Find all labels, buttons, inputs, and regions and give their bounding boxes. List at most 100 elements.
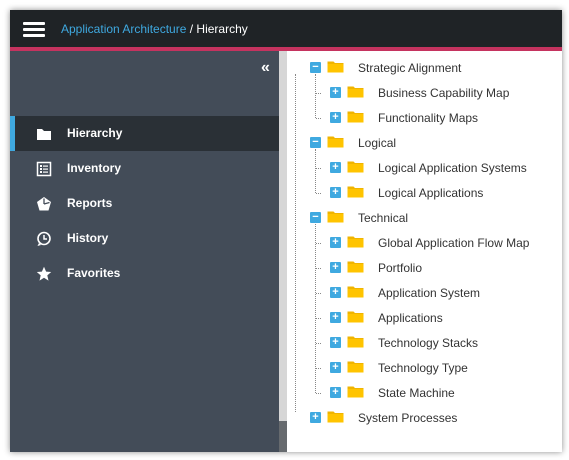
expand-toggle-icon[interactable]: + <box>330 87 341 98</box>
sidebar: « Hierarchy Inventory Reports History Favori… <box>10 51 279 452</box>
scrollbar[interactable] <box>279 51 287 452</box>
tree-connector <box>316 193 321 194</box>
expand-toggle-icon[interactable]: + <box>330 387 341 398</box>
tree-connector <box>316 293 321 294</box>
folder-icon <box>347 335 364 348</box>
tree-connector <box>316 393 321 394</box>
chart-icon <box>36 196 52 212</box>
folder-icon <box>36 126 52 142</box>
tree-connector <box>316 368 321 369</box>
sidebar-item-history[interactable]: History <box>10 221 279 256</box>
expand-toggle-icon[interactable]: + <box>330 362 341 373</box>
tree-node-label[interactable]: Applications <box>378 311 443 325</box>
collapse-toggle-icon[interactable]: − <box>310 212 321 223</box>
tree-node-label[interactable]: Logical <box>358 136 396 150</box>
sidebar-item-reports[interactable]: Reports <box>10 186 279 221</box>
tree-node[interactable]: + Business Capability Map <box>287 83 557 103</box>
expand-toggle-icon[interactable]: + <box>330 262 341 273</box>
expand-toggle-icon[interactable]: + <box>330 162 341 173</box>
tree-connector <box>316 118 321 119</box>
sidebar-item-hierarchy[interactable]: Hierarchy <box>10 116 279 151</box>
expand-toggle-icon[interactable]: + <box>330 287 341 298</box>
expand-toggle-icon[interactable]: + <box>310 412 321 423</box>
scrollbar-thumb[interactable] <box>279 421 287 452</box>
top-bar: Application Architecture / Hierarchy <box>10 10 562 47</box>
folder-icon <box>347 360 364 373</box>
tree-node-label[interactable]: Logical Application Systems <box>378 161 527 175</box>
expand-toggle-icon[interactable]: + <box>330 237 341 248</box>
tree-node[interactable]: + Portfolio <box>287 258 557 278</box>
tree-connector <box>316 93 321 94</box>
sidebar-item-label: Hierarchy <box>67 126 123 140</box>
folder-icon <box>327 135 344 148</box>
menu-icon[interactable] <box>23 22 45 37</box>
tree-node[interactable]: + Technology Type <box>287 358 557 378</box>
tree-node-label[interactable]: Application System <box>378 286 480 300</box>
list-icon <box>36 161 52 177</box>
tree-node[interactable]: + Logical Application Systems <box>287 158 557 178</box>
tree-node-label[interactable]: Technology Type <box>378 361 468 375</box>
tree-node[interactable]: + Logical Applications <box>287 183 557 203</box>
tree-node[interactable]: + Applications <box>287 308 557 328</box>
expand-toggle-icon[interactable]: + <box>330 112 341 123</box>
tree-node-label[interactable]: Technology Stacks <box>378 336 478 350</box>
breadcrumb-parent-link[interactable]: Application Architecture <box>61 22 186 36</box>
sidebar-item-label: Reports <box>67 196 113 210</box>
sidebar-item-favorites[interactable]: Favorites <box>10 256 279 291</box>
tree-node-label[interactable]: Logical Applications <box>378 186 483 200</box>
tree-connector <box>316 268 321 269</box>
tree-node[interactable]: + Functionality Maps <box>287 108 557 128</box>
breadcrumb-current: Hierarchy <box>196 22 248 36</box>
folder-icon <box>347 385 364 398</box>
tree-node-label[interactable]: Functionality Maps <box>378 111 478 125</box>
tree-node-label[interactable]: Business Capability Map <box>378 86 509 100</box>
sidebar-item-label: Favorites <box>67 266 121 280</box>
tree-node-label[interactable]: Global Application Flow Map <box>378 236 529 250</box>
history-icon <box>36 231 52 247</box>
tree-node[interactable]: − Strategic Alignment <box>287 58 557 78</box>
sidebar-item-label: History <box>67 231 109 245</box>
app-window: Application Architecture / Hierarchy « H… <box>10 10 562 452</box>
tree-node[interactable]: + Application System <box>287 283 557 303</box>
hierarchy-tree: − Strategic Alignment + Business Capability… <box>287 51 562 452</box>
collapse-toggle-icon[interactable]: − <box>310 137 321 148</box>
folder-icon <box>347 185 364 198</box>
folder-icon <box>327 210 344 223</box>
breadcrumb-separator: / <box>186 22 197 36</box>
tree-node[interactable]: + State Machine <box>287 383 557 403</box>
tree-node[interactable]: + Technology Stacks <box>287 333 557 353</box>
active-indicator <box>10 116 15 151</box>
tree-node[interactable]: + Global Application Flow Map <box>287 233 557 253</box>
sidebar-item-inventory[interactable]: Inventory <box>10 151 279 186</box>
collapse-sidebar-icon[interactable]: « <box>261 60 277 76</box>
tree-connector <box>316 168 321 169</box>
tree-node[interactable]: + System Processes <box>287 408 557 428</box>
sidebar-item-label: Inventory <box>67 161 122 175</box>
tree-node[interactable]: − Logical <box>287 133 557 153</box>
tree-connector <box>295 74 296 412</box>
folder-icon <box>347 85 364 98</box>
tree-node-label[interactable]: Technical <box>358 211 408 225</box>
tree-connector <box>316 318 321 319</box>
tree-connector <box>316 243 321 244</box>
tree-connector <box>316 343 321 344</box>
tree-node-label[interactable]: Strategic Alignment <box>358 61 461 75</box>
tree-node[interactable]: − Technical <box>287 208 557 228</box>
star-icon <box>36 266 52 282</box>
folder-icon <box>347 160 364 173</box>
folder-icon <box>347 310 364 323</box>
folder-icon <box>327 410 344 423</box>
folder-icon <box>347 235 364 248</box>
folder-icon <box>347 110 364 123</box>
tree-node-label[interactable]: Portfolio <box>378 261 422 275</box>
collapse-toggle-icon[interactable]: − <box>310 62 321 73</box>
expand-toggle-icon[interactable]: + <box>330 312 341 323</box>
breadcrumb: Application Architecture / Hierarchy <box>61 22 248 36</box>
expand-toggle-icon[interactable]: + <box>330 187 341 198</box>
folder-icon <box>327 60 344 73</box>
tree-node-label[interactable]: System Processes <box>358 411 457 425</box>
folder-icon <box>347 285 364 298</box>
folder-icon <box>347 260 364 273</box>
expand-toggle-icon[interactable]: + <box>330 337 341 348</box>
tree-node-label[interactable]: State Machine <box>378 386 455 400</box>
